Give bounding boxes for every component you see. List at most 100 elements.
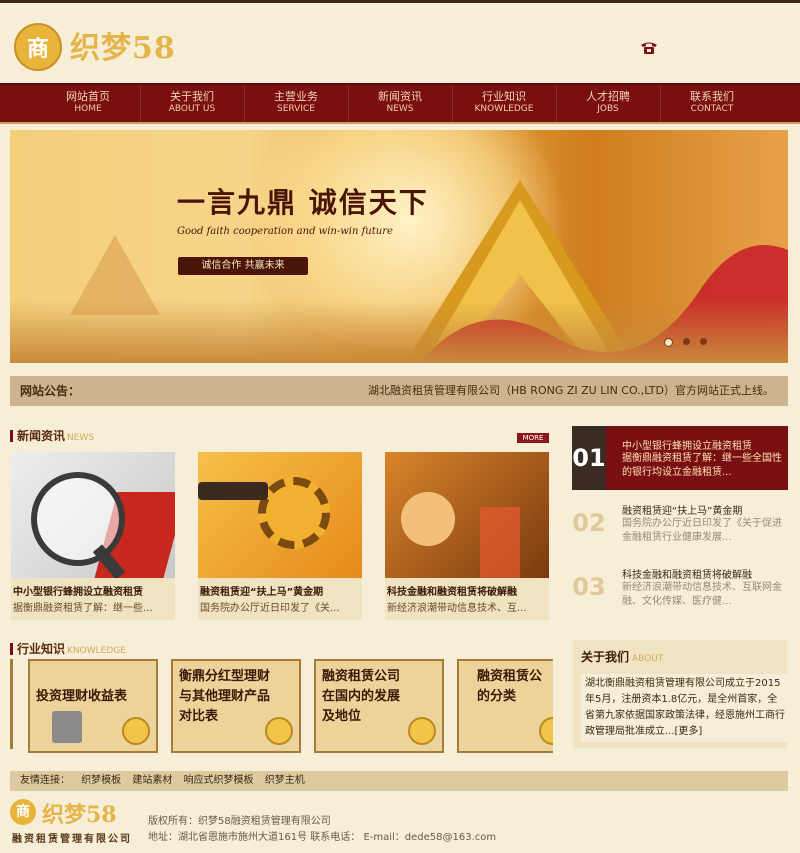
banner-tag: 诚信合作 共赢未来 [178, 257, 308, 275]
news-rank-item[interactable]: 01 中小型银行蜂拥设立融资租赁 据衡鼎融资租赁了解：继一些全国性的银行均设立金… [572, 426, 788, 490]
more-button[interactable]: MORE [517, 433, 549, 443]
carousel-dots [664, 338, 707, 347]
nav-label: 网站首页 [66, 90, 110, 103]
news-card-desc: 据衡鼎融资租赁了解：继一些... [13, 603, 153, 614]
nav-label-en: SERVICE [277, 104, 315, 114]
news-card-title: 中小型银行蜂拥设立融资租赁 [13, 587, 143, 598]
rank-title: 中小型银行蜂拥设立融资租赁 [622, 441, 752, 452]
carousel-dot[interactable] [700, 338, 707, 345]
knowledge-card-line: 与其他理财产品 [179, 689, 271, 704]
banner-slogan: 一言九鼎 诚信天下 [177, 186, 429, 219]
knowledge-card-line: 在国内的发展 [322, 689, 401, 704]
notice-bar: 网站公告： 湖北融资租赁管理有限公司（HB RONG ZI ZU LIN CO.… [10, 376, 788, 406]
nav-item-service[interactable]: 主营业务 SERVICE [243, 85, 348, 122]
banner-slogan-en: Good faith cooperation and win-win futur… [177, 226, 393, 237]
knowledge-title: 行业知识 [17, 642, 66, 656]
rank-desc: 新经济浪潮带动信息技术、互联网金融、文化传媒、医疗健... [622, 582, 782, 607]
news-rank-item[interactable]: 02 融资租赁迎“扶上马”黄金期 国务院办公厅近日印发了《关于促进金融租赁行业健… [572, 491, 788, 555]
nav-label-en: KNOWLEDGE [474, 104, 534, 114]
friend-link[interactable]: 织梦模板 [81, 775, 121, 786]
nav-label-en: ABOUT US [168, 104, 216, 114]
rank-title: 融资租赁迎“扶上马”黄金期 [622, 506, 743, 517]
hero-banner[interactable]: 一言九鼎 诚信天下 Good faith cooperation and win… [10, 130, 788, 363]
carousel-dot[interactable] [683, 338, 690, 345]
nav-label-en: NEWS [386, 104, 414, 114]
knowledge-card[interactable]: 投资理财收益表 [28, 659, 158, 753]
friend-link[interactable]: 织梦主机 [265, 775, 305, 786]
news-card-desc: 国务院办公厅近日印发了《关... [200, 603, 340, 614]
nav-item-contact[interactable]: 联系我们 CONTACT [659, 85, 764, 122]
logo-icon[interactable]: 商 [14, 23, 62, 71]
knowledge-card[interactable]: 融资租赁公司 在国内的发展 及地位 [314, 659, 444, 753]
coin-icon [408, 717, 436, 745]
news-section-title: 新闻资讯 NEWS [10, 427, 94, 444]
news-title: 新闻资讯 [17, 429, 66, 443]
city-skyline [10, 300, 788, 363]
about-title-row: 关于我们 ABOUT [581, 648, 663, 665]
knowledge-card-line: 对比表 [179, 709, 219, 724]
footer: 商 织梦58 融资租赁管理有限公司 版权所有：织梦58融资租赁管理有限公司 地址… [0, 791, 800, 853]
nav-label: 人才招聘 [586, 90, 630, 103]
news-card[interactable]: 科技金融和融资租赁将破解融 新经济浪潮带动信息技术、互... [385, 452, 549, 620]
news-image [385, 452, 549, 578]
nav-item-about[interactable]: 关于我们 ABOUT US [139, 85, 244, 122]
calculator-icon [52, 711, 82, 743]
about-panel: 关于我们 ABOUT 湖北衡鼎融资租赁管理有限公司成立于2015年5月，注册资本1… [573, 640, 789, 748]
knowledge-card-text: 衡鼎分红型理财 与其他理财产品 对比表 [179, 667, 270, 727]
rank-number: 03 [572, 573, 606, 601]
rank-number: 02 [572, 509, 606, 537]
rank-number: 01 [572, 426, 606, 490]
about-title: 关于我们 [581, 650, 630, 664]
news-card-title: 科技金融和融资租赁将破解融 [387, 587, 517, 598]
rank-title: 科技金融和融资租赁将破解融 [622, 570, 752, 581]
knowledge-card[interactable]: 衡鼎分红型理财 与其他理财产品 对比表 [171, 659, 301, 753]
rank-desc: 国务院办公厅近日印发了《关于促进金融租赁行业健康发展... [622, 518, 782, 543]
news-card[interactable]: 融资租赁迎“扶上马”黄金期 国务院办公厅近日印发了《关... [198, 452, 362, 620]
phone-icon [641, 42, 657, 54]
about-title-en: ABOUT [632, 654, 664, 664]
footer-copyright: 版权所有：织梦58融资租赁管理有限公司 [148, 816, 331, 827]
knowledge-card-line: 衡鼎分红型理财 [179, 669, 271, 684]
nav-item-home[interactable]: 网站首页 HOME [37, 85, 140, 122]
knowledge-card-line: 的分类 [477, 689, 517, 704]
footer-address: 地址：湖北省恩施市施州大道161号 联系电话： E-mail：dede58@16… [148, 832, 497, 843]
coin-icon [122, 717, 150, 745]
nav-item-news[interactable]: 新闻资讯 NEWS [347, 85, 452, 122]
carousel-dot[interactable] [664, 338, 673, 347]
news-rank-item[interactable]: 03 科技金融和融资租赁将破解融 新经济浪潮带动信息技术、互联网金融、文化传媒、… [572, 555, 788, 619]
rank-desc: 据衡鼎融资租赁了解：继一些全国性的银行均设立金融租赁... [622, 453, 782, 478]
news-image [198, 452, 362, 578]
logo-text[interactable]: 织梦58 [70, 23, 176, 67]
nav-label: 联系我们 [690, 90, 734, 103]
nav-label: 行业知识 [482, 90, 526, 103]
knowledge-card-line: 及地位 [322, 709, 362, 724]
about-text[interactable]: 湖北衡鼎融资租赁管理有限公司成立于2015年5月，注册资本1.8亿元，是全州首家… [581, 674, 789, 742]
nav-label-en: JOBS [597, 104, 619, 114]
friend-link[interactable]: 响应式织梦模板 [184, 775, 254, 786]
footer-logo: 织梦58 [42, 802, 117, 828]
nav-label: 关于我们 [170, 90, 214, 103]
page: 商 织梦58 网站首页 HOME 关于我们 ABOUT US 主营业务 SERVICE… [0, 0, 800, 853]
nav-item-jobs[interactable]: 人才招聘 JOBS [555, 85, 660, 122]
nav-label-en: HOME [74, 104, 102, 114]
friend-links: 友情连接： 织梦模板 建站素材 响应式织梦模板 织梦主机 [10, 771, 788, 791]
news-card-title: 融资租赁迎“扶上马”黄金期 [200, 587, 324, 598]
notice-label: 网站公告： [20, 384, 81, 398]
nav-label-en: CONTACT [690, 104, 734, 114]
knowledge-card-line: 融资租赁公司 [322, 669, 401, 684]
nav-item-knowledge[interactable]: 行业知识 KNOWLEDGE [451, 85, 556, 122]
carousel-edge [10, 659, 13, 749]
notice-text[interactable]: 湖北融资租赁管理有限公司（HB RONG ZI ZU LIN CO.,LTD）官… [368, 376, 774, 406]
knowledge-card-line: 投资理财收益表 [36, 689, 128, 704]
nav-label: 主营业务 [274, 90, 318, 103]
knowledge-carousel: 投资理财收益表 衡鼎分红型理财 与其他理财产品 对比表 融资租赁公司 在国内的发展 及地… [10, 655, 553, 755]
friend-link[interactable]: 建站素材 [132, 775, 172, 786]
knowledge-card-text: 融资租赁公司 在国内的发展 及地位 [322, 667, 400, 727]
knowledge-card[interactable]: 融资租赁公 的分类 [457, 659, 553, 753]
header: 商 织梦58 [0, 3, 800, 83]
news-image [11, 452, 175, 578]
knowledge-card-text: 融资租赁公 的分类 [477, 667, 542, 707]
news-card[interactable]: 中小型银行蜂拥设立融资租赁 据衡鼎融资租赁了解：继一些... [11, 452, 175, 620]
knowledge-card-line: 融资租赁公 [477, 669, 543, 684]
footer-logo-icon: 商 [10, 799, 36, 825]
